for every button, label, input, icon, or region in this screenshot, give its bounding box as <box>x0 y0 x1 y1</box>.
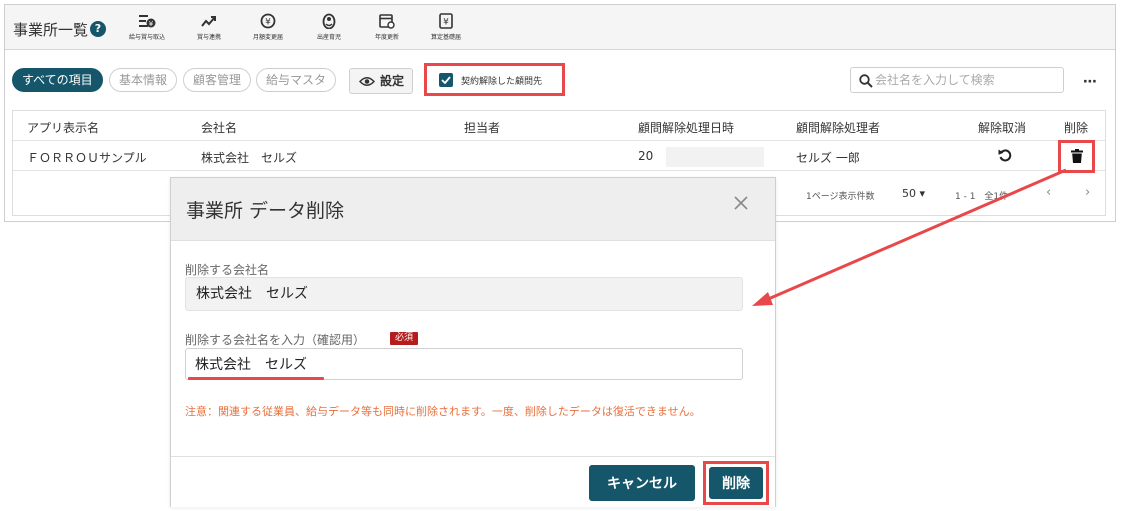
toolbar-item-bonus[interactable]: 賞与連携 <box>197 13 221 41</box>
dialog-title: 事業所 データ削除 <box>186 200 345 222</box>
yen-change-icon: ¥ <box>260 13 276 29</box>
company-name-readonly: 株式会社 セルズ <box>185 277 743 311</box>
dialog-header: 事業所 データ削除 <box>171 178 775 241</box>
undo-icon[interactable] <box>997 147 1013 166</box>
col-terminated-by[interactable]: 顧問解除処理者 <box>796 119 880 136</box>
chip-all-items[interactable]: すべての項目 <box>12 68 103 92</box>
toolbar-item-monthly-change[interactable]: ¥ 月額変更届 <box>253 13 283 41</box>
col-terminated-date[interactable]: 顧問解除処理日時 <box>638 119 734 136</box>
page-range: 1 - 1 全1件 <box>955 192 1009 202</box>
toolbar-item-childbirth[interactable]: 出産育児 <box>317 13 341 41</box>
cancel-button[interactable]: キャンセル <box>589 465 695 501</box>
eye-icon <box>359 77 375 86</box>
delete-dialog: 事業所 データ削除 削除する会社名 株式会社 セルズ 削除する会社名を入力（確認… <box>170 177 776 507</box>
dialog-footer: キャンセル 削除 <box>171 456 775 507</box>
baby-icon <box>322 13 336 29</box>
import-icon: ¥ <box>139 15 156 28</box>
col-company[interactable]: 会社名 <box>201 119 237 136</box>
page-title: 事業所一覧 <box>13 21 89 39</box>
filter-bar: すべての項目 基本情報 顧客管理 給与マスタ 設定 契約解除した顧問先 ⋯ <box>5 63 1115 97</box>
delete-row-highlight[interactable] <box>1058 140 1095 173</box>
redacted-date <box>666 147 764 167</box>
toolbar-item-import[interactable]: ¥ 給与賞与取込 <box>129 13 165 41</box>
terminated-checkbox[interactable] <box>439 73 453 87</box>
toolbar-item-standard-calc[interactable]: ¥ 算定基礎届 <box>431 13 461 41</box>
cell-company: 株式会社 セルズ <box>201 151 298 165</box>
table-header: アプリ表示名 会社名 担当者 顧問解除処理日時 顧問解除処理者 解除取消 削除 <box>13 111 1105 141</box>
per-page-label: 1ページ表示件数 <box>806 192 875 202</box>
terminated-filter-label[interactable]: 契約解除した顧問先 <box>461 74 542 87</box>
close-icon[interactable] <box>733 195 749 214</box>
chip-basic-info[interactable]: 基本情報 <box>109 68 178 92</box>
cell-terminated-by: セルズ 一郎 <box>796 151 860 165</box>
col-restore: 解除取消 <box>978 121 1027 135</box>
chevron-right-icon[interactable]: › <box>1085 185 1090 200</box>
confirm-name-input[interactable] <box>195 353 725 375</box>
per-page-select[interactable]: 50 ▾ <box>902 187 925 200</box>
confirm-name-label: 削除する会社名を入力（確認用） <box>185 333 366 347</box>
input-highlight-underline <box>188 377 324 380</box>
toolbar-item-annual-update[interactable]: 年度更新 <box>375 13 399 41</box>
col-app-name[interactable]: アプリ表示名 <box>27 119 99 136</box>
col-delete: 削除 <box>1064 121 1089 135</box>
delete-button[interactable]: 削除 <box>709 467 763 499</box>
yen-document-icon: ¥ <box>439 13 453 29</box>
svg-text:¥: ¥ <box>265 18 271 28</box>
trash-icon <box>1071 149 1083 163</box>
trend-icon <box>201 16 216 27</box>
delete-button-highlight: 削除 <box>703 461 769 505</box>
chip-customer[interactable]: 顧客管理 <box>183 68 252 92</box>
check-icon <box>441 76 451 84</box>
chip-payroll-master[interactable]: 給与マスタ <box>256 68 337 92</box>
calendar-refresh-icon <box>379 14 395 29</box>
search-icon <box>859 74 873 88</box>
svg-text:¥: ¥ <box>149 20 154 28</box>
per-page-value: 50 <box>902 187 916 200</box>
help-icon[interactable]: ? <box>90 21 106 37</box>
terminated-filter-highlight: 契約解除した顧問先 <box>424 63 565 96</box>
company-name-label: 削除する会社名 <box>185 263 270 277</box>
cell-terminated-date: 20 <box>638 149 654 163</box>
cell-app-name: ＦＯＲＲＯＵサンプル <box>27 151 147 165</box>
top-toolbar: 事業所一覧 ? ¥ 給与賞与取込 賞与連携 ¥ 月額変更届 出産育児 年度更新 … <box>5 5 1115 50</box>
search-input[interactable] <box>875 71 1055 89</box>
confirm-name-field <box>185 348 743 380</box>
search-box <box>850 67 1064 93</box>
settings-label: 設定 <box>379 74 404 88</box>
chevron-left-icon[interactable]: ‹ <box>1046 185 1051 200</box>
more-options-icon[interactable]: ⋯ <box>1083 74 1098 90</box>
table-row[interactable]: ＦＯＲＲＯＵサンプル 株式会社 セルズ 20 セルズ 一郎 <box>13 140 1105 173</box>
delete-warning: 注意：関連する従業員、給与データ等も同時に削除されます。一度、削除したデータは復… <box>185 405 701 418</box>
required-badge: 必須 <box>390 332 418 345</box>
col-manager[interactable]: 担当者 <box>464 119 500 136</box>
settings-button[interactable]: 設定 <box>349 68 413 94</box>
svg-text:¥: ¥ <box>443 18 449 28</box>
